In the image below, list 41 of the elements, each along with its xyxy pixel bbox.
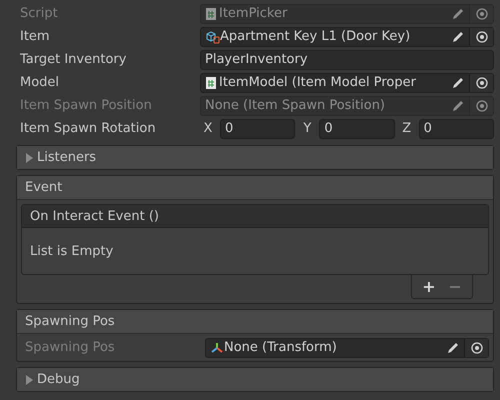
cube-icon — [205, 30, 220, 44]
add-button[interactable]: + — [418, 277, 440, 296]
foldout-header[interactable]: Listeners — [17, 146, 493, 169]
object-picker-button[interactable] — [464, 338, 488, 356]
foldout-header[interactable]: Debug — [17, 368, 493, 391]
field-label: Item Spawn Position — [19, 98, 153, 113]
field-label: Item Spawn Rotation — [19, 121, 157, 136]
axis-label: Z — [401, 121, 412, 136]
object-field[interactable]: ItemModel (Item Model Proper — [200, 72, 494, 92]
field-label: Model — [19, 75, 60, 90]
target-icon — [476, 100, 488, 112]
text-field[interactable]: PlayerInventory — [200, 50, 494, 70]
field-label: Target Inventory — [19, 52, 128, 67]
number-field[interactable]: 0 — [319, 118, 395, 138]
foldout-arrow-icon — [25, 152, 34, 162]
object-field[interactable]: None (Transform) — [205, 338, 489, 358]
section-header: Event — [17, 176, 493, 200]
axis-label: X — [202, 121, 214, 136]
pencil-icon[interactable] — [451, 30, 465, 44]
target-icon — [476, 30, 488, 42]
target-icon — [470, 342, 482, 354]
object-picker-button[interactable] — [469, 74, 493, 92]
object-field[interactable]: Apartment Key L1 (Door Key) — [200, 26, 494, 46]
section-header: Spawning Pos — [17, 310, 493, 334]
foldout-arrow-icon — [25, 374, 34, 384]
empty-list-text: List is Empty — [29, 242, 114, 260]
axis-label: Y — [302, 121, 312, 136]
number-field[interactable]: 0 — [220, 118, 296, 138]
list-header: On Interact Event () — [22, 205, 488, 228]
script-file-icon — [205, 6, 217, 20]
field-label: Item — [19, 29, 51, 44]
number-field[interactable]: 0 — [418, 118, 494, 138]
script-file-icon — [205, 76, 217, 90]
axes-icon — [210, 340, 224, 354]
target-icon — [476, 8, 488, 20]
pencil-icon[interactable] — [446, 340, 460, 354]
field-label: Script — [19, 6, 59, 21]
target-icon — [476, 76, 488, 88]
field-label: Spawning Pos — [24, 340, 116, 355]
pencil-icon[interactable] — [451, 76, 465, 90]
object-picker-button[interactable] — [469, 28, 493, 46]
